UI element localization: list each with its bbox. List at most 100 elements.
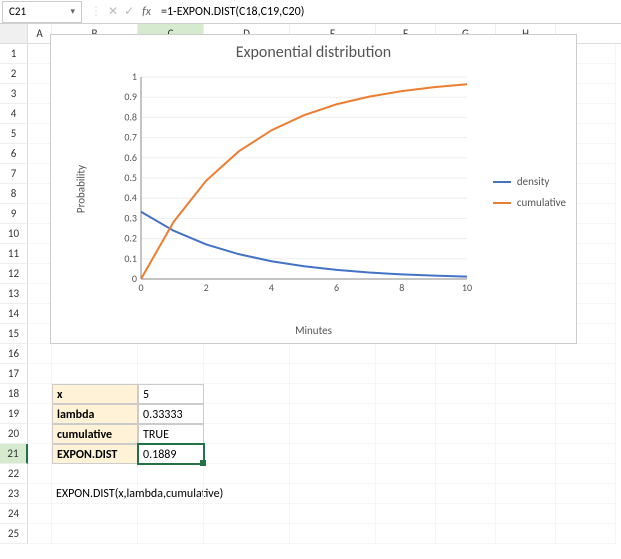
cell[interactable] [496,504,556,524]
chevron-down-icon[interactable]: ▾ [70,6,75,17]
cell[interactable] [556,364,616,384]
cell[interactable] [28,384,52,404]
label-lambda[interactable]: lambda [52,404,138,424]
row-header-11[interactable]: 11 [0,244,28,264]
row-header-15[interactable]: 15 [0,324,28,344]
cell[interactable] [204,364,290,384]
row-header-24[interactable]: 24 [0,504,28,524]
cell[interactable] [290,504,376,524]
row-header-12[interactable]: 12 [0,264,28,284]
cell[interactable] [28,404,52,424]
cell[interactable] [436,484,496,504]
cell[interactable] [28,164,52,184]
row-header-25[interactable]: 25 [0,524,28,544]
cell[interactable] [436,404,496,424]
cell[interactable] [376,364,436,384]
cell[interactable] [496,424,556,444]
cell[interactable] [28,204,52,224]
cell[interactable] [28,504,52,524]
value-EXPON.DIST[interactable]: 0.1889 [138,444,204,464]
cell[interactable] [290,524,376,544]
cell[interactable] [52,464,138,484]
cell[interactable] [204,524,290,544]
cell[interactable] [28,424,52,444]
cell[interactable] [28,64,52,84]
col-header-A[interactable]: A [28,24,52,43]
cell[interactable] [28,324,52,344]
cell[interactable] [138,504,204,524]
cell[interactable] [376,424,436,444]
value-cumulative[interactable]: TRUE [138,424,204,444]
cell[interactable] [556,444,616,464]
cell[interactable] [376,384,436,404]
cell[interactable] [556,404,616,424]
row-header-17[interactable]: 17 [0,364,28,384]
cell[interactable] [28,444,52,464]
cell[interactable] [52,364,138,384]
row-header-10[interactable]: 10 [0,224,28,244]
cell[interactable] [28,104,52,124]
formula-syntax-note[interactable]: EXPON.DIST(x,lambda,cumulative) [52,484,138,504]
cell[interactable] [138,464,204,484]
cell[interactable] [556,384,616,404]
row-header-13[interactable]: 13 [0,284,28,304]
row-header-22[interactable]: 22 [0,464,28,484]
row-header-4[interactable]: 4 [0,104,28,124]
row-header-20[interactable]: 20 [0,424,28,444]
cell[interactable] [376,504,436,524]
cell[interactable] [52,504,138,524]
cell[interactable] [496,524,556,544]
cell[interactable] [436,444,496,464]
row-header-7[interactable]: 7 [0,164,28,184]
row-header-2[interactable]: 2 [0,64,28,84]
cell[interactable] [52,344,138,364]
cell[interactable] [204,484,290,504]
formula-input[interactable]: =1-EXPON.DIST(C18,C19,C20) [157,5,621,19]
cell[interactable] [436,364,496,384]
cell[interactable] [290,484,376,504]
cell[interactable] [376,464,436,484]
cell[interactable] [556,344,616,364]
cell[interactable] [28,524,52,544]
value-lambda[interactable]: 0.33333 [138,404,204,424]
cell[interactable] [204,384,290,404]
cell[interactable] [52,524,138,544]
row-header-19[interactable]: 19 [0,404,28,424]
row-header-14[interactable]: 14 [0,304,28,324]
cell[interactable] [436,344,496,364]
cell[interactable] [204,404,290,424]
cell[interactable] [376,444,436,464]
cell[interactable] [376,484,436,504]
cell[interactable] [28,184,52,204]
accept-icon[interactable]: ✓ [124,4,134,19]
cell[interactable] [290,384,376,404]
cell[interactable] [138,364,204,384]
cell[interactable] [28,284,52,304]
cell[interactable] [556,524,616,544]
cell[interactable] [138,524,204,544]
name-box[interactable]: C21 ▾ [2,1,82,23]
cell[interactable] [556,504,616,524]
cell[interactable] [496,344,556,364]
row-header-5[interactable]: 5 [0,124,28,144]
cell[interactable] [436,504,496,524]
cell[interactable] [376,344,436,364]
cell[interactable] [436,464,496,484]
cell[interactable] [290,344,376,364]
label-cumulative[interactable]: cumulative [52,424,138,444]
embedded-chart[interactable]: Exponential distribution Probability Min… [50,34,577,344]
cell[interactable] [28,44,52,64]
row-header-18[interactable]: 18 [0,384,28,404]
cell[interactable] [138,484,204,504]
fill-handle[interactable] [200,460,206,466]
row-header-16[interactable]: 16 [0,344,28,364]
value-x[interactable]: 5 [138,384,204,404]
cell[interactable] [376,524,436,544]
cell[interactable] [28,84,52,104]
cell[interactable] [436,424,496,444]
cell[interactable] [28,264,52,284]
cell[interactable] [28,124,52,144]
row-header-1[interactable]: 1 [0,44,28,64]
select-all-corner[interactable] [0,24,28,43]
cell[interactable] [496,464,556,484]
